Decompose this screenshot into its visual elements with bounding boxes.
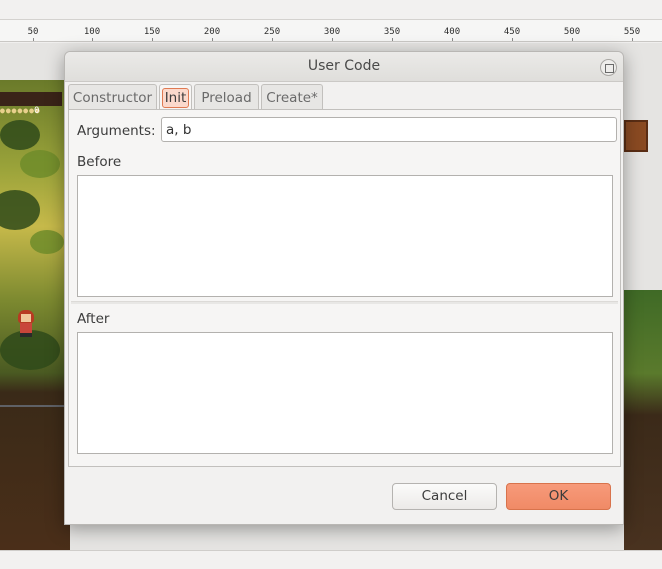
horizontal-ruler: 50 100 150 200 250 300 350 400 450 500 5… xyxy=(0,20,662,42)
ruler-label: 150 xyxy=(143,27,161,37)
hud-count: 0 xyxy=(34,106,40,116)
ruler-tick xyxy=(632,38,633,41)
foliage xyxy=(0,120,40,150)
scene-vegetation xyxy=(624,290,662,550)
tab-create[interactable]: Create* xyxy=(261,84,323,110)
after-label: After xyxy=(77,311,110,327)
ruler-label: 450 xyxy=(503,27,521,37)
dialog-title: User Code xyxy=(307,58,381,74)
init-tab-panel: Arguments: Before After xyxy=(68,109,621,467)
ground-guide-line xyxy=(0,405,70,407)
player-sprite[interactable] xyxy=(14,308,38,338)
brick-block[interactable] xyxy=(624,120,648,152)
ruler-label: 250 xyxy=(263,27,281,37)
ruler-tick xyxy=(512,38,513,41)
tab-init[interactable]: Init xyxy=(159,84,192,110)
foliage xyxy=(20,150,60,178)
before-label: Before xyxy=(77,154,122,170)
ruler-tick xyxy=(92,38,93,41)
arguments-label: Arguments: xyxy=(77,123,156,139)
ruler-label: 550 xyxy=(623,27,641,37)
cancel-button[interactable]: Cancel xyxy=(392,483,497,510)
ruler-tick xyxy=(332,38,333,41)
user-code-dialog: User Code Constructor Init Preload Creat… xyxy=(64,51,624,525)
splitter-handle[interactable] xyxy=(71,301,618,304)
dialog-titlebar[interactable]: User Code xyxy=(65,52,623,82)
maximize-icon[interactable] xyxy=(600,59,617,76)
ruler-tick xyxy=(33,38,34,41)
ruler-label: 100 xyxy=(83,27,101,37)
ruler-tick xyxy=(212,38,213,41)
ruler-tick xyxy=(392,38,393,41)
foliage xyxy=(30,230,64,254)
ruler-label: 500 xyxy=(563,27,581,37)
after-code-editor[interactable] xyxy=(77,332,613,454)
ruler-label: 200 xyxy=(203,27,221,37)
ruler-tick xyxy=(152,38,153,41)
ruler-label: 400 xyxy=(443,27,461,37)
bottom-status-strip xyxy=(0,550,662,569)
game-scene-left: ●●●●●●● 0 xyxy=(0,80,70,550)
tab-preload[interactable]: Preload xyxy=(194,84,259,110)
arguments-input[interactable] xyxy=(161,117,617,142)
ruler-label: 350 xyxy=(383,27,401,37)
ruler-tick xyxy=(272,38,273,41)
game-scene-right xyxy=(624,80,662,550)
ruler-label: 300 xyxy=(323,27,341,37)
game-hud: ●●●●●●● 0 xyxy=(0,92,62,116)
top-toolbar-strip xyxy=(0,0,662,20)
ruler-tick xyxy=(572,38,573,41)
before-code-editor[interactable] xyxy=(77,175,613,297)
ruler-label: 50 xyxy=(27,27,39,37)
ruler-tick xyxy=(452,38,453,41)
tab-constructor[interactable]: Constructor xyxy=(68,84,157,110)
ok-button[interactable]: OK xyxy=(506,483,611,510)
